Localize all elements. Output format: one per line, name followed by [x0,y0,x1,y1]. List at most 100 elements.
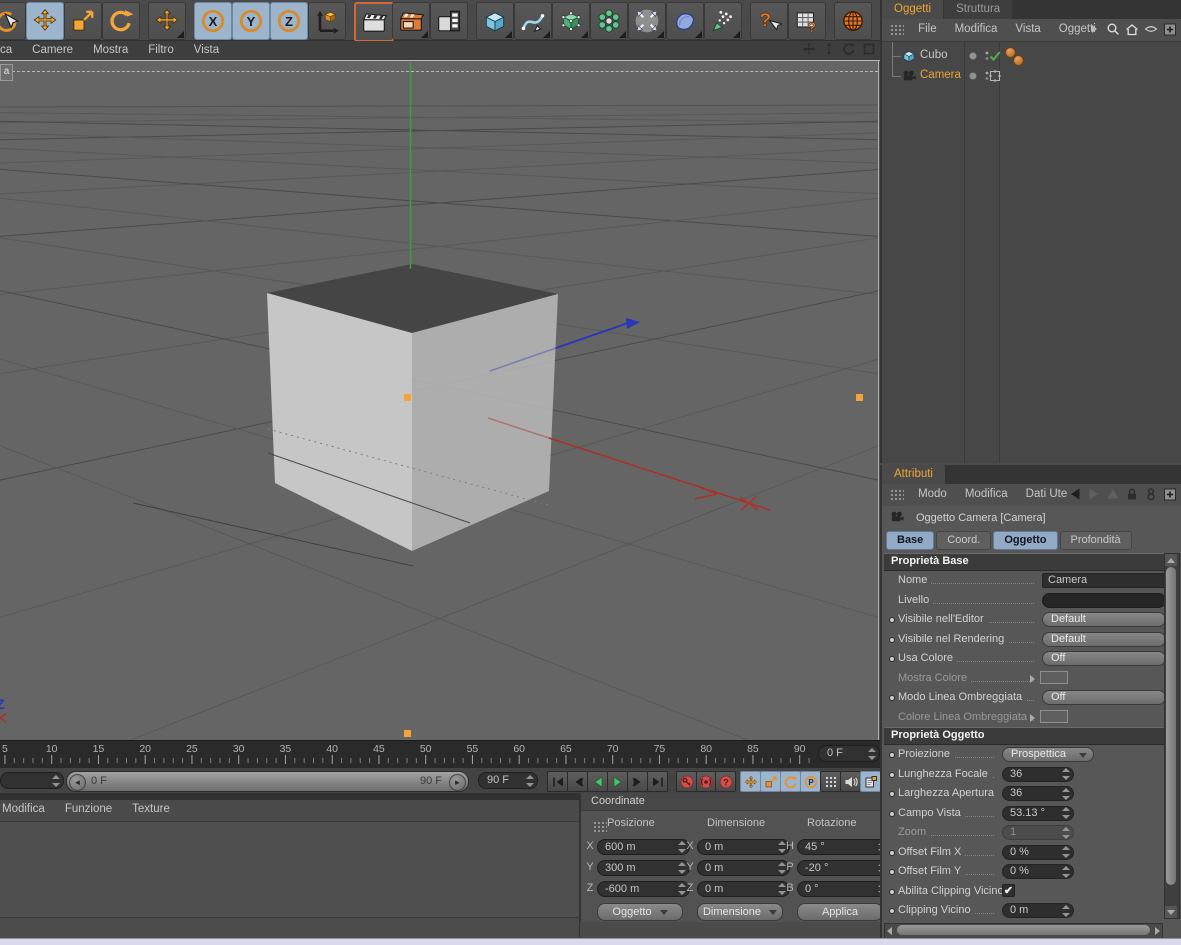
viewport-menu-camere[interactable]: Camere [22,41,83,56]
history-forward-icon[interactable] [1087,487,1101,504]
expand-arrow-icon[interactable] [1030,674,1035,683]
enabled-check-icon[interactable] [988,49,1002,66]
view-rotate-icon[interactable] [842,42,856,59]
animatable-dot[interactable] [889,695,895,701]
coord-field-pos-y[interactable]: 300 m [597,860,690,876]
add-spline[interactable] [514,2,552,40]
viewport-menu-filtro[interactable]: Filtro [138,41,184,56]
animatable-dot[interactable] [889,656,895,662]
command-manager[interactable]: ? [788,2,826,40]
eye-icon[interactable] [1144,22,1158,39]
handle-right[interactable] [856,394,863,401]
search-icon[interactable] [1106,22,1120,39]
document-keyframe-toggle[interactable] [860,771,881,792]
history-back-icon[interactable] [1068,487,1082,504]
om-menu-vista[interactable]: Vista [1006,19,1049,35]
view-pan-icon[interactable] [802,42,816,59]
coord-button-applica[interactable]: Applica [797,903,883,921]
previous-key-button[interactable] [567,771,588,792]
object-row-cubo[interactable]: Cubo [882,42,1181,66]
attr-tab-profondità[interactable]: Profondità [1059,531,1132,550]
coordinate-system-toggle[interactable] [308,2,346,40]
attr-dropdown[interactable]: Default [1042,612,1166,627]
horizontal-scroll-thumb[interactable] [897,925,1150,935]
attr-tab-coord[interactable]: Coord. [936,531,992,550]
render-settings[interactable] [430,2,468,40]
attr-input[interactable]: Camera [1042,573,1166,588]
animatable-dot[interactable] [889,752,895,758]
grip-icon[interactable] [890,489,904,501]
scroll-down-button[interactable] [1165,906,1177,918]
viewport-3d[interactable]: Z a [0,61,879,740]
play-backward-button[interactable] [587,771,608,792]
content-browser[interactable] [834,2,872,40]
grip-icon[interactable] [593,821,607,833]
goto-start-button[interactable] [547,771,568,792]
object-row-camera[interactable]: Camera [882,56,1181,86]
add-scene-object[interactable] [666,2,704,40]
color-swatch[interactable] [1040,670,1068,684]
grip-icon[interactable] [890,24,904,36]
viewport-menu-mostra[interactable]: Mostra [83,41,138,56]
keyframe-parameter-toggle[interactable]: P [800,771,821,792]
tab-oggetti[interactable]: Oggetti [882,0,944,19]
attr-number-field[interactable]: 0 % [1002,864,1074,879]
current-frame-field[interactable]: 0 F [818,745,880,762]
attr-tab-base[interactable]: Base [886,531,935,550]
viewport-menu-ca[interactable]: ca [0,41,22,56]
animatable-dot[interactable] [889,791,895,797]
tab-struttura[interactable]: Struttura [944,0,1013,19]
scroll-up-button[interactable] [1165,554,1177,566]
attr-number-field[interactable]: 36 [1002,786,1074,801]
handle-center[interactable] [404,394,411,401]
axis-y-lock[interactable]: Y [232,2,270,40]
attr-dropdown[interactable]: Prospettica [1002,747,1094,762]
render-picture-viewer[interactable] [392,2,430,40]
add-modeling-object[interactable] [590,2,628,40]
render-active-view[interactable] [354,2,394,42]
attr-number-field[interactable]: 36 [1002,766,1074,782]
om-menu-file[interactable]: File [909,19,946,35]
keyframe-position-toggle[interactable] [740,771,761,792]
timeline-ruler[interactable]: 5 10 15 20 25 30 35 40 45 50 55 60 65 70 75 80 85 90 0 F [0,740,880,769]
next-key-button[interactable] [627,771,648,792]
coord-field-rot-p[interactable]: -20 ° [797,860,890,876]
attr-input[interactable] [1042,592,1166,608]
frame-spinner[interactable] [867,747,876,760]
scroll-left-button[interactable] [887,927,892,935]
goto-end-button[interactable] [647,771,668,792]
add-particle-object[interactable] [704,2,742,40]
view-zoom-icon[interactable] [822,42,836,59]
record-options-button[interactable]: ? [715,771,736,792]
add-nurbs-object[interactable] [552,2,590,40]
range-right-cap[interactable]: ► [449,774,466,791]
animatable-dot[interactable] [889,908,895,914]
coord-button-dimensione[interactable]: Dimensione [697,903,783,921]
coord-button-oggetto[interactable]: Oggetto [597,903,683,921]
autokey-button[interactable] [695,771,717,792]
attr-menu-modo[interactable]: Modo [909,484,956,500]
sound-toggle-toggle[interactable] [840,771,861,792]
animatable-dot[interactable] [889,810,895,817]
record-keyframe-button[interactable] [676,771,697,792]
keyframe-rotation-toggle[interactable] [780,771,801,792]
play-forward-button[interactable] [607,771,628,792]
attr-menu-modifica[interactable]: Modifica [956,484,1017,500]
scroll-right-button[interactable] [1155,927,1160,935]
scale-tool[interactable] [64,2,102,40]
add-deformer[interactable] [628,2,666,40]
add-panel-icon[interactable] [1163,22,1177,39]
color-swatch[interactable] [1040,709,1068,723]
keyframe-scale-toggle[interactable] [760,771,781,792]
frame-offset-field[interactable] [0,772,64,789]
editor-visibility-dot[interactable] [966,69,980,86]
attr-dropdown[interactable]: Off [1042,690,1166,705]
attr-number-field[interactable]: 0 m [1002,903,1074,918]
add-panel-icon[interactable] [1163,487,1177,504]
axis-x-lock[interactable]: X [194,2,232,40]
hierarchy-icon[interactable] [1106,487,1120,504]
material-menu-texture[interactable]: Texture [122,800,180,815]
animatable-dot[interactable] [889,849,895,856]
coord-field-pos-x[interactable]: 600 m [597,839,690,855]
material-tag[interactable] [1013,55,1024,66]
